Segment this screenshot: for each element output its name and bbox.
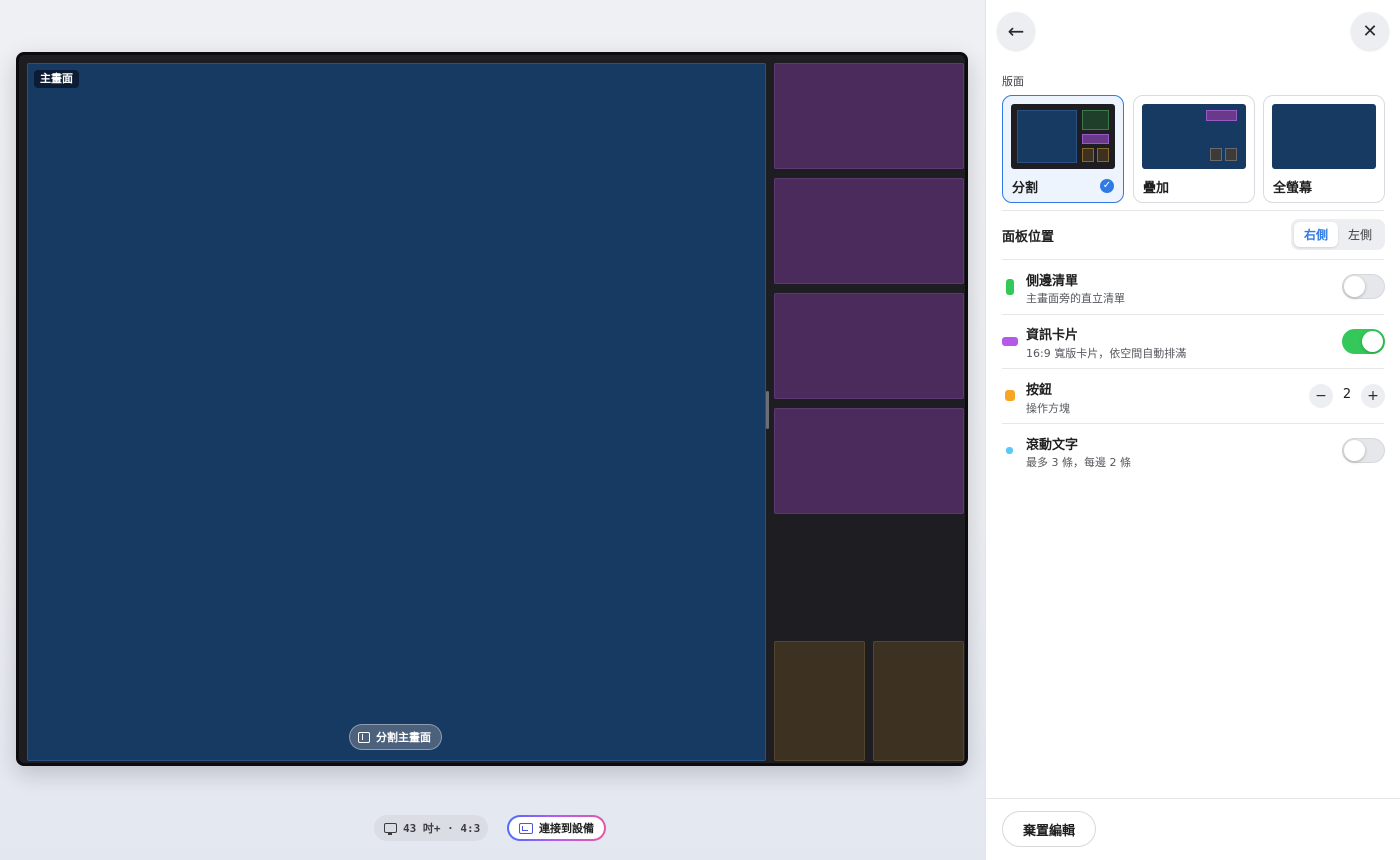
layout-name: 分割 — [1012, 181, 1039, 196]
close-button[interactable]: ✕ — [1351, 12, 1389, 50]
connect-device-button[interactable]: 連接到設備 — [507, 815, 606, 841]
monitor-icon — [384, 823, 397, 835]
panel-position-segmented: 右側 左側 — [1291, 219, 1385, 250]
connect-device-label: 連接到設備 — [539, 822, 594, 835]
layout-option-overlay[interactable]: 疊加 — [1133, 95, 1255, 203]
layout-thumbnail — [1272, 104, 1376, 169]
layout-section-label: 版面 — [1002, 75, 1024, 88]
plus-icon: + — [1367, 388, 1379, 404]
stage-bottom-bar: 43 吋+ · 4:3 連接到設備 — [0, 815, 985, 841]
main-screen-tag: 主畫面 — [34, 70, 79, 88]
panel-position-label: 面板位置 — [1002, 230, 1055, 245]
ticker-color-swatch — [1006, 447, 1013, 454]
increment-button[interactable]: + — [1361, 384, 1385, 408]
info-card-color-swatch — [1002, 337, 1018, 346]
back-button[interactable]: ← — [997, 12, 1035, 50]
feature-subtitle: 主畫面旁的直立清單 — [1026, 292, 1125, 305]
display-preview: 主畫面 分割主畫面 — [16, 52, 968, 766]
split-main-screen-button[interactable]: 分割主畫面 — [349, 724, 442, 750]
button-color-swatch — [1005, 390, 1015, 401]
segment-right[interactable]: 右側 — [1294, 222, 1338, 247]
info-card-slot[interactable] — [774, 63, 964, 169]
toggle-knob — [1344, 276, 1365, 297]
main-screen-region[interactable]: 主畫面 分割主畫面 — [27, 63, 766, 761]
cast-icon — [519, 822, 533, 834]
layout-option-split[interactable]: 分割 ✓ — [1002, 95, 1124, 203]
close-icon: ✕ — [1362, 20, 1378, 42]
layout-thumbnail — [1142, 104, 1246, 169]
feature-title: 資訊卡片 — [1026, 328, 1079, 343]
minus-icon: − — [1315, 388, 1327, 404]
feature-title: 滾動文字 — [1026, 438, 1079, 453]
toggle-knob — [1344, 440, 1365, 461]
feature-title: 側邊清單 — [1026, 274, 1079, 289]
settings-panel: ← ✕ 版面 分割 ✓ 疊加 全螢幕 面板位置 右側 左側 側邊清單 主畫面旁的… — [985, 0, 1400, 860]
preview-stage: 主畫面 分割主畫面 43 吋+ · 4:3 連接到設備 — [0, 0, 985, 860]
info-card-slot[interactable] — [774, 293, 964, 399]
divider — [1002, 210, 1384, 211]
screen-size-chip[interactable]: 43 吋+ · 4:3 — [374, 815, 489, 841]
checkmark-icon: ✓ — [1100, 179, 1114, 193]
split-screen-icon — [358, 731, 370, 743]
toggle-knob — [1362, 331, 1383, 352]
layout-option-fullscreen[interactable]: 全螢幕 — [1263, 95, 1385, 203]
resize-handle[interactable] — [766, 391, 769, 429]
segment-left[interactable]: 左側 — [1338, 222, 1382, 247]
split-main-screen-label: 分割主畫面 — [376, 731, 431, 744]
discard-edits-button[interactable]: 棄置編輯 — [1002, 811, 1097, 847]
feature-subtitle: 操作方塊 — [1026, 402, 1070, 415]
divider — [1002, 423, 1384, 424]
side-list-color-swatch — [1006, 279, 1014, 295]
feature-subtitle: 最多 3 條，每邊 2 條 — [1026, 456, 1131, 469]
side-list-toggle[interactable] — [1342, 274, 1385, 299]
action-button-tile[interactable] — [873, 641, 964, 761]
layout-thumbnail — [1011, 104, 1115, 169]
divider — [1002, 314, 1384, 315]
ticker-toggle[interactable] — [1342, 438, 1385, 463]
layout-name: 疊加 — [1143, 181, 1170, 196]
screen-size-label: 43 吋+ · 4:3 — [403, 822, 481, 835]
divider — [1002, 368, 1384, 369]
action-button-tile[interactable] — [774, 641, 865, 761]
decrement-button[interactable]: − — [1309, 384, 1333, 408]
info-card-slot[interactable] — [774, 178, 964, 284]
button-count-value: 2 — [1342, 387, 1352, 402]
info-card-toggle[interactable] — [1342, 329, 1385, 354]
layout-name: 全螢幕 — [1273, 181, 1313, 196]
feature-subtitle: 16:9 寬版卡片，依空間自動排滿 — [1026, 347, 1187, 360]
feature-title: 按鈕 — [1026, 383, 1053, 398]
footer-divider — [986, 798, 1400, 799]
arrow-left-icon: ← — [1007, 19, 1025, 43]
divider — [1002, 259, 1384, 260]
info-card-slot[interactable] — [774, 408, 964, 514]
